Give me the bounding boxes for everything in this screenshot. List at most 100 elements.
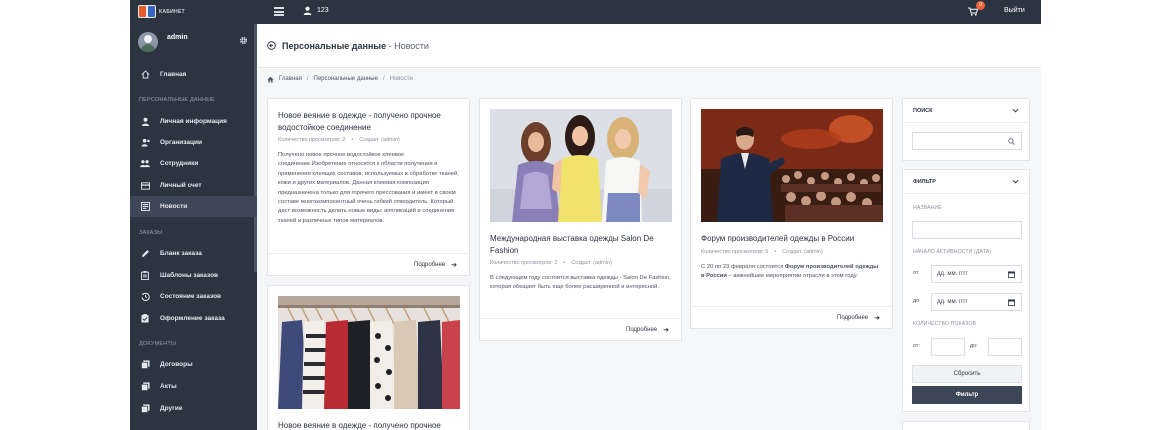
search-panel-header[interactable]: ПОИСК — [903, 99, 1029, 123]
search-panel: ПОИСК — [902, 98, 1030, 161]
news-views: Количество просмотров: 2 — [278, 137, 346, 143]
user-icon — [303, 6, 312, 15]
clipboard-icon — [140, 271, 150, 281]
documents-icon — [140, 382, 150, 392]
news-meta: Количество просмотров: 5 • Создал: (admin) — [701, 248, 823, 255]
history-icon — [140, 292, 150, 302]
news-title[interactable]: Новое веяние в одежде - получено прочное… — [268, 110, 469, 133]
breadcrumb-home[interactable]: Главная — [279, 76, 302, 82]
logo[interactable]: КАБИНЕТ — [138, 5, 185, 18]
read-more-button[interactable]: Подробнее ➜ — [268, 253, 469, 275]
logo-text: КАБИНЕТ — [159, 8, 185, 15]
organization-icon — [140, 138, 150, 148]
sidebar-item-label: Другие — [160, 405, 183, 412]
gear-icon[interactable] — [239, 36, 248, 45]
read-more-button[interactable]: Подробнее ➜ — [691, 306, 892, 328]
arrow-right-icon: ➜ — [451, 261, 457, 269]
date-to-label: до — [913, 298, 920, 304]
top-bar: КАБИНЕТ 123 0 Выйти — [130, 0, 1041, 24]
sidebar-item-label: Акты — [160, 383, 177, 390]
documents-icon — [140, 404, 150, 414]
sidebar-item-label: Новости — [160, 203, 188, 210]
shows-to-input[interactable] — [988, 338, 1022, 356]
sidebar-item-order-form[interactable]: Бланк заказа — [130, 243, 257, 264]
next-panel — [902, 421, 1030, 430]
shows-to-label: до: — [970, 343, 978, 349]
read-more-label: Подробнее — [626, 326, 658, 333]
sidebar-item-acts[interactable]: Акты — [130, 376, 257, 397]
app-window: КАБИНЕТ 123 0 Выйти admin Главная ПЕРСОН… — [130, 0, 1041, 430]
news-text: В следующем году состоится выставка одеж… — [490, 275, 671, 291]
sidebar-item-organizations[interactable]: Организации — [130, 132, 257, 153]
sidebar-item-account[interactable]: Личный счет — [130, 175, 257, 196]
sidebar-item-checkout[interactable]: Оформление заказа — [130, 308, 257, 329]
news-card: Новое веяние в одежде - получено прочное… — [267, 98, 470, 276]
menu-toggle-icon[interactable] — [274, 7, 284, 16]
calendar-icon[interactable] — [1008, 299, 1015, 306]
breadcrumb-personal-data[interactable]: Персональные данные — [314, 76, 378, 82]
news-card: Международная выставка одежды Salon De F… — [479, 98, 682, 341]
name-label: НАЗВАНИЕ — [913, 205, 942, 211]
page-title: Персональные данные - Новости — [282, 41, 429, 51]
date-from-input[interactable]: дд. мм. гггг — [931, 265, 1022, 283]
sidebar-item-label: Оформление заказа — [160, 315, 225, 322]
news-author: Создал: (admin) — [571, 260, 612, 266]
sidebar-item-other[interactable]: Другие — [130, 398, 257, 419]
shows-label: КОЛИЧЕСТВО ПОКАЗОВ — [913, 321, 977, 327]
chevron-down-icon[interactable] — [1012, 108, 1019, 113]
sidebar-item-personal-info[interactable]: Личная информация — [130, 111, 257, 132]
news-card: Форум производителей одежды в России Кол… — [690, 98, 893, 329]
news-title[interactable]: Международная выставка одежды Salon De F… — [480, 233, 681, 256]
name-input[interactable] — [912, 221, 1022, 239]
activity-label: НАЧАЛО АКТИВНОСТИ (ДАТА) — [913, 249, 992, 255]
logout-link[interactable]: Выйти — [1004, 7, 1025, 14]
news-image-fashion-models[interactable] — [490, 109, 672, 222]
search-input[interactable] — [912, 132, 1022, 150]
cart-badge: 0 — [976, 1, 985, 10]
calendar-icon[interactable] — [1008, 271, 1015, 278]
breadcrumb: Главная / Персональные данные / Новости — [258, 69, 1041, 89]
sidebar-item-label: Сотрудники — [160, 160, 199, 167]
breadcrumb-current: Новости — [389, 76, 413, 82]
filter-panel-header[interactable]: ФИЛЬТР — [903, 170, 1029, 194]
news-image-clothing-rack[interactable] — [278, 296, 460, 409]
shows-from-input[interactable] — [931, 338, 965, 356]
card-icon — [140, 181, 150, 191]
read-more-label: Подробнее — [837, 314, 869, 321]
online-users[interactable]: 123 — [303, 6, 329, 15]
online-users-count: 123 — [317, 7, 329, 14]
avatar[interactable] — [138, 32, 158, 52]
news-image-forum-speaker[interactable] — [701, 109, 883, 222]
read-more-button[interactable]: Подробнее ➜ — [480, 318, 681, 340]
news-title[interactable]: Форум производителей одежды в России — [691, 233, 892, 245]
news-meta: Количество просмотров: 2 • Создал: (admin) — [490, 260, 612, 266]
profile-name[interactable]: admin — [167, 34, 188, 41]
sidebar-item-order-status[interactable]: Состояние заказов — [130, 286, 257, 307]
sidebar-item-label: Личная информация — [160, 118, 227, 125]
news-views: Количество просмотров: 2 — [490, 260, 558, 266]
breadcrumb-separator: / — [306, 76, 309, 82]
back-arrow-icon[interactable] — [267, 41, 276, 50]
search-icon[interactable] — [1008, 138, 1015, 145]
sidebar-item-label: Бланк заказа — [160, 250, 202, 257]
reset-button[interactable]: Сбросить — [912, 365, 1022, 383]
logo-mark — [138, 5, 156, 18]
filter-button[interactable]: Фильтр — [912, 386, 1022, 404]
search-panel-title: ПОИСК — [913, 107, 933, 114]
sidebar-item-order-templates[interactable]: Шаблоны заказов — [130, 265, 257, 286]
date-to-input[interactable]: дд. мм. гггг — [931, 293, 1022, 311]
date-from-placeholder: дд. мм. гггг — [937, 271, 968, 277]
sidebar-item-home[interactable]: Главная — [130, 64, 257, 85]
sidebar-item-contracts[interactable]: Договоры — [130, 354, 257, 375]
documents-icon — [140, 360, 150, 370]
breadcrumb-separator: / — [382, 76, 385, 82]
news-title[interactable]: Новое веяние в одежде - получено прочное — [268, 420, 469, 430]
news-views: Количество просмотров: 5 — [701, 248, 769, 255]
page-header: Персональные данные - Новости — [258, 24, 1041, 68]
news-text: Получено новое прочное водостойкое клеев… — [278, 152, 459, 224]
chevron-down-icon[interactable] — [1012, 179, 1019, 184]
news-card: Новое веяние в одежде - получено прочное — [267, 285, 470, 430]
sidebar-item-employees[interactable]: Сотрудники — [130, 153, 257, 174]
read-more-label: Подробнее — [414, 261, 446, 268]
sidebar-item-news[interactable]: Новости — [130, 196, 257, 217]
